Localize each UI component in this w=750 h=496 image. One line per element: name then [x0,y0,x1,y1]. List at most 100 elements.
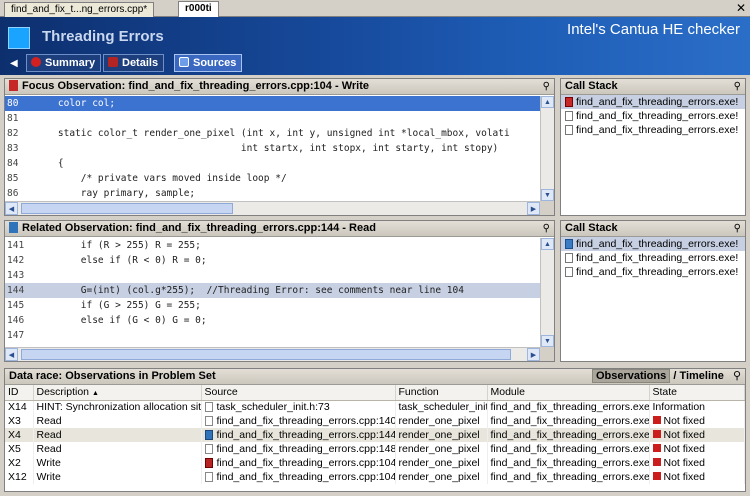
cell-source: find_and_fix_threading_errors.cpp:148 [201,442,396,456]
view-title: Threading Errors [42,28,164,45]
cell-text: X3 [8,415,21,427]
cell-text: Read [36,443,62,455]
scroll-up-icon[interactable]: ▲ [541,238,554,250]
scroll-thumb[interactable] [21,349,511,360]
tab-result[interactable]: r000ti [178,1,219,17]
back-arrow-icon[interactable]: ◀ [10,58,18,69]
cell-source: find_and_fix_threading_errors.cpp:104 [201,456,396,470]
scroll-left-icon[interactable]: ◀ [5,348,18,361]
stack-frame[interactable]: find_and_fix_threading_errors.exe! [561,265,745,279]
scroll-right-icon[interactable]: ▶ [527,348,540,361]
tab-source-file[interactable]: find_and_fix_t...ng_errors.cpp* [4,2,155,17]
bug-icon [108,57,118,67]
code-line[interactable]: 145 if (G > 255) G = 255; [5,298,540,313]
pin-icon[interactable]: ⚲ [543,221,550,236]
code-line[interactable]: 82 static color_t render_one_pixel (int … [5,126,540,141]
table-row[interactable]: X12 Write find_and_fix_threading_errors.cp… [5,470,745,484]
code-line[interactable]: 142 else if (R < 0) R = 0; [5,253,540,268]
pin-icon[interactable]: ⚲ [734,221,741,236]
column-header-state[interactable]: State [649,385,745,401]
cell-func: render_one_pixel [395,442,488,456]
pin-icon[interactable]: ⚲ [733,370,741,382]
focus-vertical-scrollbar[interactable]: ▲ ▼ [540,96,554,201]
threading-errors-icon [8,27,30,49]
source-file-icon [204,430,213,440]
scroll-down-icon[interactable]: ▼ [541,189,554,201]
code-line[interactable]: 141 if (R > 255) R = 255; [5,238,540,253]
stack-frame[interactable]: find_and_fix_threading_errors.exe! [561,123,745,137]
cell-func: task_scheduler_init [395,400,488,414]
cell-text: HINT: Synchronization allocation site [36,401,201,414]
write-file-icon [9,80,18,91]
observations-title-text: Data race: Observations in Problem Set [9,370,216,382]
read-file-icon [9,222,18,233]
table-row[interactable]: X4 Read find_and_fix_threading_errors.cpp:… [5,428,745,442]
cell-text: Not fixed [663,443,705,455]
cell-func: render_one_pixel [395,428,488,442]
column-header-module[interactable]: Module [487,385,650,401]
pin-icon[interactable]: ⚲ [543,79,550,94]
table-row[interactable]: X2 Write find_and_fix_threading_errors.cpp… [5,456,745,470]
stack-frame[interactable]: find_and_fix_threading_errors.exe! [561,95,745,109]
stack-frame[interactable]: find_and_fix_threading_errors.exe! [561,251,745,265]
scroll-up-icon[interactable]: ▲ [541,96,554,108]
related-horizontal-scrollbar[interactable]: ◀ ▶ [5,347,540,361]
stack-frame[interactable]: find_and_fix_threading_errors.exe! [561,109,745,123]
brand-title: Intel's Cantua HE checker [567,21,740,38]
scroll-right-icon[interactable]: ▶ [527,202,540,215]
focus-horizontal-scrollbar[interactable]: ◀ ▶ [5,201,540,215]
code-line[interactable]: 81 [5,111,540,126]
code-line[interactable]: 80 color col; [5,96,540,111]
column-header-description[interactable]: Description ▲ [33,385,202,401]
column-header-function[interactable]: Function [395,385,488,401]
tab-separator: / [673,370,677,382]
column-header-source[interactable]: Source [201,385,396,401]
line-number: 84 [7,158,19,169]
cell-module: find_and_fix_threading_errors.exe [487,470,650,484]
code-line[interactable]: 143 [5,268,540,283]
focus-observation-title: Focus Observation: find_and_fix_threadin… [5,79,554,95]
cell-text: find_and_fix_threading_errors.exe [490,457,649,469]
code-line[interactable]: 86 ray primary, sample; [5,186,540,201]
source-file-icon [204,458,213,468]
sources-button[interactable]: Sources [174,54,243,72]
focus-source-view[interactable]: 80 color col; 81 82 static color_t render_… [5,96,540,201]
table-row[interactable]: X3 Read find_and_fix_threading_errors.cpp:… [5,414,745,428]
code-text: static color_t render_one_pixel (int x, … [35,128,510,139]
cell-func: render_one_pixel [395,414,488,428]
tab-observations[interactable]: Observations [591,369,671,383]
table-row[interactable]: X5 Read find_and_fix_threading_errors.cpp:… [5,442,745,456]
focus-title-text: Focus Observation: find_and_fix_threadin… [22,80,369,92]
scroll-down-icon[interactable]: ▼ [541,335,554,347]
details-button[interactable]: Details [103,54,165,72]
observations-panel: Data race: Observations in Problem Set O… [4,368,746,492]
close-icon[interactable]: ✕ [736,1,746,15]
frame-icon [565,253,573,263]
code-line[interactable]: 147 [5,328,540,343]
column-header-id[interactable]: ID [5,385,34,401]
red-flag-icon [652,444,661,452]
red-circle-icon [31,57,41,67]
code-line[interactable]: 83 int startx, int stopx, int starty, in… [5,141,540,156]
cell-text: Not fixed [663,471,705,483]
summary-button[interactable]: Summary [26,54,102,72]
code-line[interactable]: 144 G=(int) (col.g*255); //Threading Err… [5,283,540,298]
frame-icon [565,111,573,121]
code-line[interactable]: 84 { [5,156,540,171]
table-row[interactable]: X14 HINT: Synchronization allocation site… [5,400,745,414]
pin-icon[interactable]: ⚲ [734,79,741,94]
scroll-thumb[interactable] [21,203,233,214]
cell-text: find_and_fix_threading_errors.cpp:104 [216,471,395,483]
tab-timeline[interactable]: Timeline [679,370,723,382]
cell-text: task_scheduler_init [398,401,487,414]
related-vertical-scrollbar[interactable]: ▲ ▼ [540,238,554,347]
code-line[interactable]: 146 else if (G < 0) G = 0; [5,313,540,328]
stack-frame[interactable]: find_and_fix_threading_errors.exe! [561,237,745,251]
scroll-left-icon[interactable]: ◀ [5,202,18,215]
related-source-view[interactable]: 141 if (R > 255) R = 255; 142 else if (R … [5,238,540,347]
cell-text: find_and_fix_threading_errors.cpp:144 [216,429,395,441]
source-file-icon [204,472,213,482]
cell-module: find_and_fix_threading_errors.exe [487,456,650,470]
details-label: Details [122,57,159,69]
code-line[interactable]: 85 /* private vars moved inside loop */ [5,171,540,186]
